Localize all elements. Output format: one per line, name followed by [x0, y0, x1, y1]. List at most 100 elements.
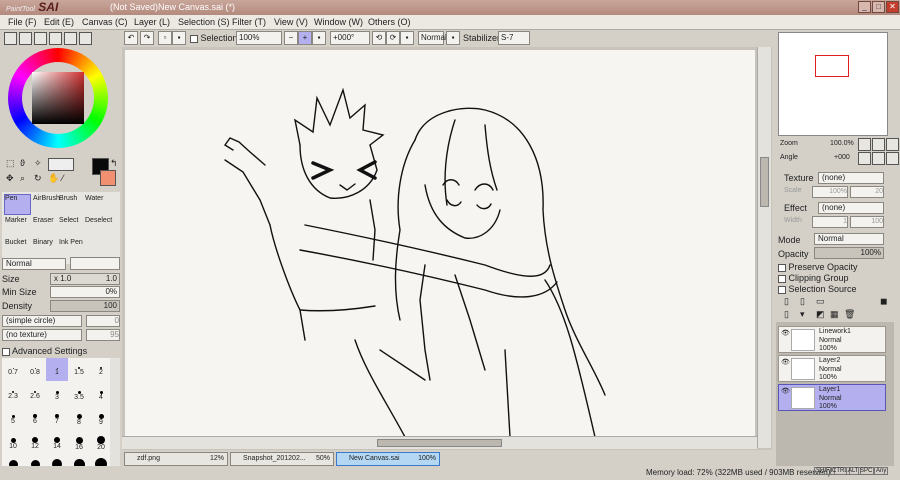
tool-deselect[interactable]: Deselect [84, 216, 112, 237]
tool-airbrush[interactable]: AirBrush [32, 194, 60, 215]
clipping-group-option[interactable]: Clipping Group [778, 273, 849, 283]
brush-size-option[interactable]: 0.7 [2, 358, 24, 381]
clipping-group-checkbox[interactable] [778, 274, 786, 283]
menu-filter[interactable]: Filter (T) [232, 17, 266, 27]
menu-view[interactable]: View (V) [274, 17, 308, 27]
tool-ink-pen[interactable]: Ink Pen [58, 238, 85, 259]
tool-marker[interactable]: Marker [4, 216, 31, 237]
new-folder-icon[interactable]: ▭ [816, 296, 825, 307]
brush-size-option[interactable]: 6 [24, 406, 46, 429]
opacity-slider[interactable]: 100% [814, 247, 884, 259]
rgb-slider-mode-icon[interactable] [19, 32, 32, 45]
horizontal-scroll-thumb[interactable] [377, 439, 502, 447]
nav-zoom-reset-icon[interactable] [886, 138, 899, 151]
tool-binary[interactable]: Binary [32, 238, 59, 259]
visibility-eye-icon[interactable]: 👁 [781, 387, 790, 395]
brush-size-option[interactable]: 4 [90, 382, 112, 405]
eyedropper-icon[interactable]: ⁄ [62, 173, 64, 183]
color-wheel[interactable] [8, 48, 108, 148]
tool-eraser[interactable]: Eraser [32, 216, 59, 237]
menu-window[interactable]: Window (W) [314, 17, 363, 27]
size-slider[interactable]: x 1.0 1.0 [50, 273, 120, 285]
deselect-icon[interactable]: ▫ [158, 31, 172, 45]
swatch-mode-icon[interactable] [49, 32, 62, 45]
zoom-reset-button[interactable]: ▪ [312, 31, 326, 45]
tab-document[interactable]: Snapshot_201202... 50% [230, 452, 334, 466]
swap-colors-icon[interactable]: ↰ [110, 158, 118, 169]
rotate-reset-button[interactable]: ▪ [400, 31, 414, 45]
selection-source-option[interactable]: Selection Source [778, 284, 857, 294]
brush-size-option[interactable]: 2.3 [2, 382, 24, 405]
visibility-eye-icon[interactable]: 👁 [781, 358, 790, 366]
magic-wand-icon[interactable]: ✧ [34, 158, 42, 169]
brush-edge-shapes[interactable] [70, 257, 120, 270]
blend-mode-select[interactable]: Normal [418, 31, 447, 45]
hand-tool-icon[interactable]: ✋ [48, 173, 59, 184]
preserve-opacity-option[interactable]: Preserve Opacity [778, 262, 858, 272]
vertical-scroll-thumb[interactable] [760, 157, 769, 207]
brush-size-option[interactable]: 1 [46, 358, 68, 381]
lasso-icon[interactable]: ϑ [20, 158, 25, 168]
apply-mask-icon[interactable]: ◩ [816, 309, 825, 320]
secondary-color-swatch[interactable] [100, 170, 116, 186]
tab-document[interactable]: zdf.png 12% [124, 452, 228, 466]
menu-others[interactable]: Others (O) [368, 17, 411, 27]
scratchpad-mode-icon[interactable] [79, 32, 92, 45]
visibility-eye-icon[interactable]: 👁 [781, 329, 790, 337]
new-linework-layer-icon[interactable]: ▯ [800, 296, 805, 307]
selection-checkbox[interactable] [190, 34, 198, 43]
brush-texture-select[interactable]: (no texture) [2, 329, 82, 341]
tool-pen[interactable]: Pen [4, 194, 31, 215]
nav-rotate-reset-icon[interactable] [886, 152, 899, 165]
brush-blend-select[interactable]: Normal [2, 258, 66, 270]
brush-size-option[interactable]: 5 [2, 406, 24, 429]
nav-zoom-in-icon[interactable] [872, 138, 885, 151]
layer-texture-select[interactable]: (none) [818, 172, 884, 184]
brush-size-option[interactable]: 0.8 [24, 358, 46, 381]
brush-size-option[interactable]: 8 [68, 406, 90, 429]
zoom-tool-icon[interactable]: ⌕ [20, 173, 25, 184]
undo-icon[interactable]: ↶ [124, 31, 138, 45]
minsize-slider[interactable]: 0% [50, 286, 120, 298]
saturation-value-square[interactable] [32, 72, 84, 124]
flip-button[interactable]: ▪ [446, 31, 460, 45]
maximize-button[interactable]: □ [872, 1, 885, 13]
clear-layer-icon[interactable]: ▦ [830, 309, 839, 320]
menu-file[interactable]: File (F) [8, 17, 37, 27]
tool-brush[interactable]: Brush [58, 194, 85, 215]
tool-select[interactable]: Select [58, 216, 85, 237]
brush-size-option[interactable]: 7 [46, 406, 68, 429]
layer-row[interactable]: 👁 Linework1 Normal 100% [778, 326, 886, 353]
move-icon[interactable]: ✥ [6, 173, 14, 184]
horizontal-scrollbar[interactable] [122, 436, 757, 449]
brush-size-option[interactable]: 9 [90, 406, 112, 429]
tool-bucket[interactable]: Bucket [4, 238, 31, 259]
stabilizer-select[interactable]: S-7 [498, 31, 530, 45]
rotate-left-button[interactable]: ⟲ [372, 31, 386, 45]
vertical-scrollbar[interactable] [757, 47, 771, 448]
advanced-settings-toggle[interactable]: Advanced Settings [2, 346, 87, 356]
tool-water[interactable]: Water [84, 194, 111, 215]
rotation-dropdown[interactable]: +000° [330, 31, 370, 45]
selection-source-checkbox[interactable] [778, 285, 786, 294]
layer-row[interactable]: 👁 Layer2 Normal 100% [778, 355, 886, 382]
brush-size-option[interactable]: 3 [46, 382, 68, 405]
brush-size-option[interactable]: 14 [46, 430, 68, 453]
preserve-opacity-checkbox[interactable] [778, 263, 786, 272]
menu-selection[interactable]: Selection (S) [178, 17, 230, 27]
brush-size-option[interactable]: 12 [24, 430, 46, 453]
selection-toggle[interactable]: Selection [190, 33, 238, 43]
marquee-icon[interactable]: ⬚ [6, 158, 15, 169]
new-layer-icon[interactable]: ▯ [784, 296, 789, 307]
advanced-settings-checkbox[interactable] [2, 347, 10, 356]
copy-layer-icon[interactable]: ▯ [784, 309, 789, 320]
redo-icon[interactable]: ↷ [140, 31, 154, 45]
delete-layer-icon[interactable]: 🗑 [844, 309, 855, 320]
brush-size-option[interactable]: 2 [90, 358, 112, 381]
density-slider[interactable]: 100 [50, 300, 120, 312]
zoom-out-button[interactable]: − [284, 31, 298, 45]
color-wheel-mode-icon[interactable] [4, 32, 17, 45]
zoom-dropdown[interactable]: 100% [236, 31, 282, 45]
menu-edit[interactable]: Edit (E) [44, 17, 74, 27]
brush-size-option[interactable]: 2.6 [24, 382, 46, 405]
